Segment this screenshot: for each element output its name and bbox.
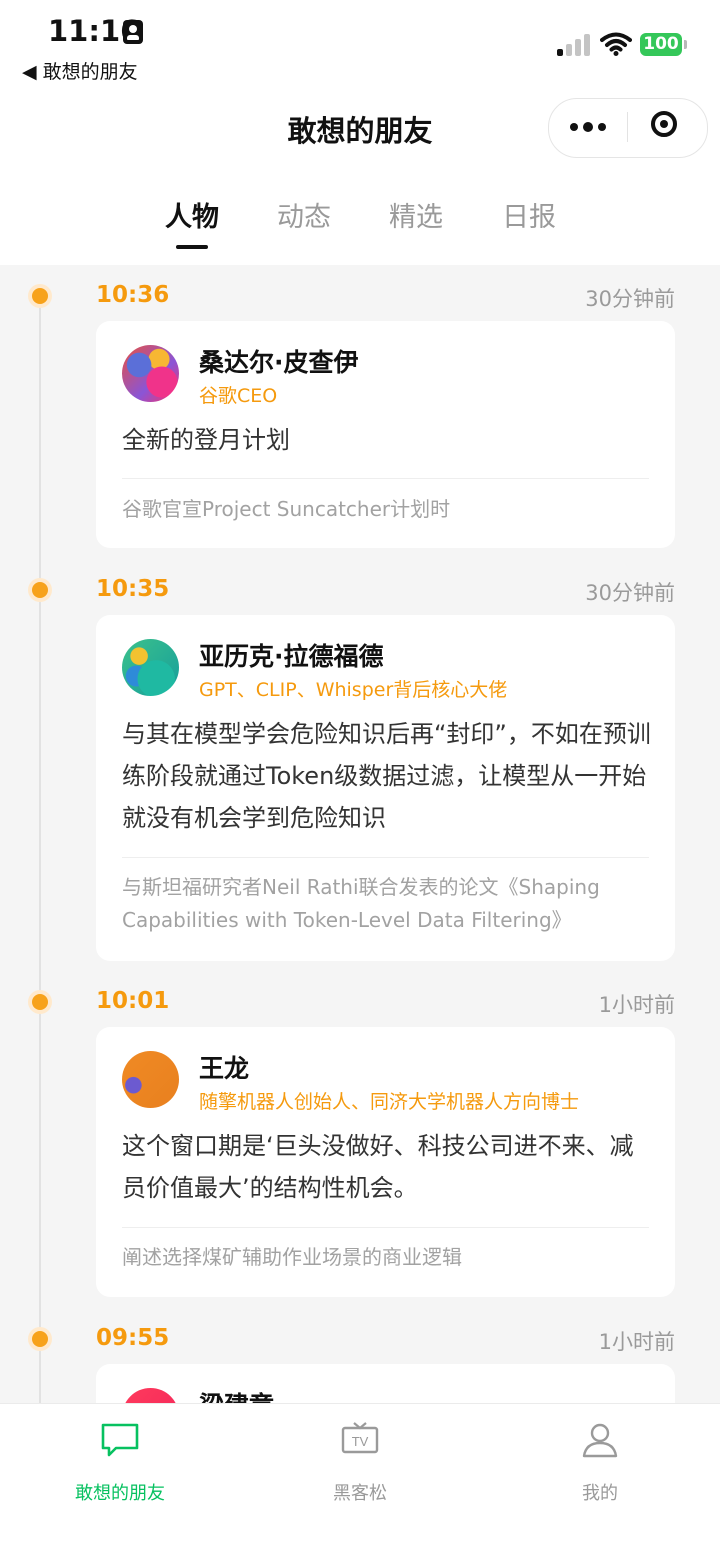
quote-text: 这个窗口期是‘巨头没做好、科技公司进不来、减员价值最大’的结构性机会。: [122, 1132, 634, 1202]
tab-bar: 人物 动态 精选 日报: [0, 195, 720, 243]
timeline-line: [39, 295, 41, 1403]
timeline-dot: [28, 284, 52, 308]
person-title: 谷歌CEO: [199, 385, 278, 407]
wifi-icon: [600, 32, 632, 56]
timeline-dot: [28, 990, 52, 1014]
person-name: 亚历克·拉德福德: [199, 642, 384, 671]
entry-time: 09:55: [96, 1325, 170, 1351]
chat-bubble-icon: [101, 1423, 139, 1457]
bottom-tab-label: 我的: [582, 1483, 618, 1504]
bottom-tab-label: 黑客松: [333, 1483, 387, 1504]
timeline-feed[interactable]: 10:36 30分钟前 桑达尔·皮查伊 谷歌CEO 全新的登月计划 谷歌官宣Pr…: [0, 265, 720, 1403]
avatar: [122, 345, 179, 402]
user-icon: [582, 1423, 618, 1458]
bottom-tab-bar: 敢想的朋友 TV 黑客松 我的: [0, 1403, 720, 1559]
back-to-app-link[interactable]: ◀ 敢想的朋友: [22, 57, 138, 84]
tab-people[interactable]: 人物: [142, 195, 242, 234]
avatar: [122, 639, 179, 696]
person-name: 梁建章: [199, 1386, 274, 1403]
active-tab-indicator: [176, 245, 208, 249]
quote-card[interactable]: 桑达尔·皮查伊 谷歌CEO 全新的登月计划 谷歌官宣Project Suncat…: [96, 321, 675, 548]
close-miniprogram-icon[interactable]: [651, 111, 677, 137]
entry-relative-time: 30分钟前: [585, 581, 675, 605]
id-card-icon: [123, 20, 143, 44]
quote-source: 阐述选择煤矿辅助作业场景的商业逻辑: [122, 1245, 462, 1269]
bottom-tab-label: 敢想的朋友: [75, 1483, 165, 1504]
person-title: 随擎机器人创始人、同济大学机器人方向博士: [199, 1091, 580, 1113]
card-divider: [122, 1227, 649, 1228]
entry-time: 10:35: [96, 576, 170, 602]
capsule-divider: [627, 112, 628, 142]
battery-icon: 100: [640, 33, 682, 56]
entry-relative-time: 30分钟前: [585, 287, 675, 311]
tab-updates[interactable]: 动态: [254, 195, 354, 234]
quote-source: 谷歌官宣Project Suncatcher计划时: [122, 497, 451, 521]
card-divider: [122, 857, 649, 858]
person-title: GPT、CLIP、Whisper背后核心大佬: [199, 679, 508, 701]
entry-relative-time: 1小时前: [598, 1330, 675, 1354]
quote-card[interactable]: 梁建章: [96, 1364, 675, 1403]
card-divider: [122, 478, 649, 479]
tab-featured[interactable]: 精选: [366, 195, 466, 234]
tv-icon: TV: [341, 1422, 379, 1454]
avatar: [122, 1388, 179, 1403]
more-options-icon[interactable]: [570, 120, 608, 134]
quote-card[interactable]: 亚历克·拉德福德 GPT、CLIP、Whisper背后核心大佬 与其在模型学会危…: [96, 615, 675, 961]
timeline-dot: [28, 578, 52, 602]
quote-source: 与斯坦福研究者Neil Rathi联合发表的论文《Shaping Capabil…: [122, 875, 600, 932]
quote-text: 全新的登月计划: [122, 426, 290, 454]
timeline-dot: [28, 1327, 52, 1351]
avatar: [122, 1051, 179, 1108]
person-name: 桑达尔·皮查伊: [199, 348, 359, 377]
top-area: 11:16 ◀ 敢想的朋友 100 敢想的朋友 人物 动态 精选 日报: [0, 0, 720, 265]
svg-text:TV: TV: [352, 1434, 369, 1449]
quote-card[interactable]: 王龙 随擎机器人创始人、同济大学机器人方向博士 这个窗口期是‘巨头没做好、科技公…: [96, 1027, 675, 1297]
tab-daily[interactable]: 日报: [479, 195, 579, 234]
battery-tip: [684, 40, 687, 49]
entry-time: 10:36: [96, 282, 170, 308]
person-name: 王龙: [199, 1054, 250, 1083]
cellular-signal-icon: [557, 34, 591, 56]
quote-text: 与其在模型学会危险知识后再“封印”，不如在预训练阶段就通过Token级数据过滤，…: [122, 720, 651, 832]
entry-relative-time: 1小时前: [598, 993, 675, 1017]
entry-time: 10:01: [96, 988, 170, 1014]
